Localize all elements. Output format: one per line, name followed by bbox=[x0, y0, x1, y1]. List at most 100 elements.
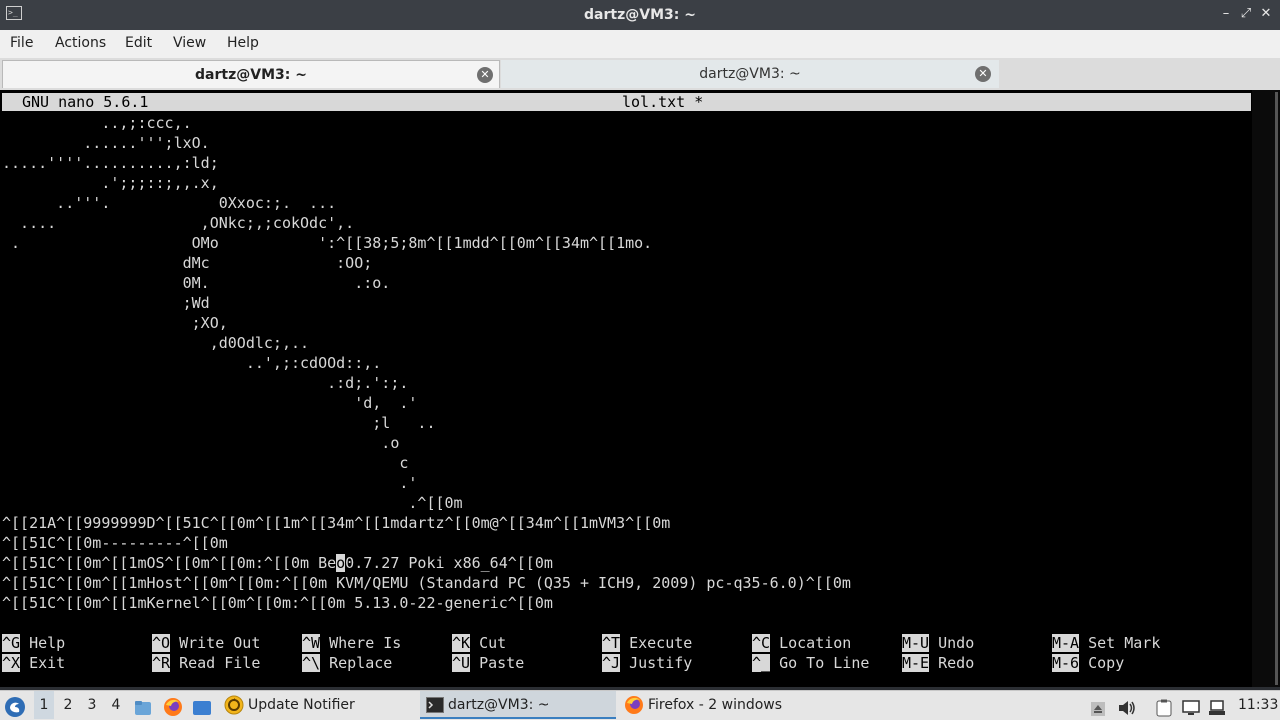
shortcut-item[interactable]: ^G Help bbox=[2, 633, 65, 653]
editor-line-text: c bbox=[2, 454, 409, 472]
shortcut-key: ^C bbox=[752, 634, 771, 652]
terminal-scrollbar[interactable] bbox=[1252, 90, 1280, 687]
editor-line: ..',;:cdOOd::,. bbox=[2, 353, 851, 373]
shortcut-item[interactable]: M-6 Copy bbox=[1052, 653, 1124, 673]
clock[interactable]: 11:33 bbox=[1238, 691, 1278, 719]
workspace-1[interactable]: 1 bbox=[34, 691, 54, 719]
editor-line-text: ^[[51C^[[0m^[[1mHost^[[0m^[[0m:^[[0m KVM… bbox=[2, 574, 851, 592]
minimize-icon[interactable]: – bbox=[1218, 6, 1234, 22]
editor-line-text: ^[[21A^[[9999999D^[[51C^[[0m^[[1m^[[34m^… bbox=[2, 514, 671, 532]
firefox-launcher[interactable] bbox=[163, 691, 185, 719]
close-icon[interactable]: ✕ bbox=[1258, 6, 1274, 22]
taskbar-item-label: dartz@VM3: ~ bbox=[448, 697, 550, 713]
tray-network[interactable] bbox=[1208, 691, 1228, 719]
shortcut-label-text: Justify bbox=[629, 654, 693, 672]
shortcut-label-text: Cut bbox=[479, 634, 507, 652]
tab-bar: dartz@VM3: ~ ✕ dartz@VM3: ~ ✕ bbox=[0, 58, 1280, 90]
shortcut-item[interactable]: ^U Paste bbox=[452, 653, 524, 673]
editor-line-text: ..,;:ccc,. bbox=[2, 114, 192, 132]
tab-terminal-2[interactable]: dartz@VM3: ~ ✕ bbox=[501, 60, 999, 88]
shortcut-item[interactable]: ^_ Go To Line bbox=[752, 653, 869, 673]
display-icon bbox=[1182, 700, 1200, 715]
shortcut-item[interactable]: ^O Write Out bbox=[152, 633, 260, 653]
editor-line: ^[[51C^[[0m^[[1mHost^[[0m^[[0m:^[[0m KVM… bbox=[2, 573, 851, 593]
editor-content[interactable]: ..,;:ccc,. ......''';lxO. .....''''......… bbox=[2, 113, 851, 613]
editor-line: ;XO, bbox=[2, 313, 851, 333]
taskbar-item-firefox[interactable]: Firefox - 2 windows bbox=[624, 691, 824, 719]
file-manager-launcher[interactable] bbox=[134, 691, 154, 719]
editor-line-text: 0.7.27 Poki x86_64^[[0m bbox=[345, 554, 553, 572]
shortcut-item[interactable]: ^K Cut bbox=[452, 633, 506, 653]
workspace-2[interactable]: 2 bbox=[58, 691, 78, 719]
tab-close-icon[interactable]: ✕ bbox=[975, 66, 991, 82]
volume-icon bbox=[1119, 701, 1135, 715]
shortcut-item[interactable]: ^J Justify bbox=[602, 653, 692, 673]
menu-view[interactable]: View bbox=[173, 30, 206, 56]
editor-line: .....''''..........,:ld; bbox=[2, 153, 851, 173]
tray-eject[interactable] bbox=[1091, 691, 1109, 719]
editor-line-text: ^[[51C^[[0m^[[1mOS^[[0m^[[0m:^[[0m Be bbox=[2, 554, 337, 572]
taskbar-item-terminal[interactable]: dartz@VM3: ~ bbox=[420, 691, 616, 719]
taskbar-item-update-notifier[interactable]: Update Notifier bbox=[224, 691, 414, 719]
shortcut-key: ^\ bbox=[302, 654, 321, 672]
editor-line: .' bbox=[2, 473, 851, 493]
eject-icon bbox=[1091, 701, 1105, 716]
shortcut-label-text: Write Out bbox=[179, 634, 261, 652]
tray-volume[interactable] bbox=[1118, 691, 1138, 719]
shortcut-key: M-A bbox=[1052, 634, 1080, 652]
shortcut-item[interactable]: M-A Set Mark bbox=[1052, 633, 1160, 653]
workspace-4[interactable]: 4 bbox=[106, 691, 126, 719]
tray-clipboard[interactable] bbox=[1156, 691, 1176, 719]
update-notifier-icon bbox=[224, 695, 244, 715]
shortcut-item[interactable]: M-U Undo bbox=[902, 633, 974, 653]
taskbar-item-label: Update Notifier bbox=[248, 697, 355, 713]
editor-line: ^[[51C^[[0m---------^[[0m bbox=[2, 533, 851, 553]
scrollbar-thumb[interactable] bbox=[1275, 92, 1278, 685]
editor-line-text: ..'''. 0Xxoc:;. ... bbox=[2, 194, 337, 212]
editor-line-text: .^[[0m bbox=[2, 494, 463, 512]
firefox-icon bbox=[164, 698, 182, 716]
shortcut-item[interactable]: ^W Where Is bbox=[302, 633, 401, 653]
editor-line-text: ^[[51C^[[0m^[[1mKernel^[[0m^[[0m:^[[0m 5… bbox=[2, 594, 553, 612]
start-menu-button[interactable] bbox=[4, 691, 28, 719]
shortcut-item[interactable]: M-E Redo bbox=[902, 653, 974, 673]
editor-line: .';;;::;,,.x, bbox=[2, 173, 851, 193]
shortcut-item[interactable]: ^X Exit bbox=[2, 653, 65, 673]
editor-line-text: dMc :OO; bbox=[2, 254, 373, 272]
shortcut-key: ^J bbox=[602, 654, 621, 672]
start-menu-icon bbox=[5, 696, 25, 717]
shortcut-item[interactable]: ^\ Replace bbox=[302, 653, 392, 673]
editor-line-text: ;Wd bbox=[2, 294, 210, 312]
network-icon bbox=[1209, 700, 1225, 715]
shortcut-label-text: Go To Line bbox=[779, 654, 870, 672]
maximize-icon[interactable]: ⤢ bbox=[1238, 6, 1254, 22]
shortcut-label-text: Set Mark bbox=[1088, 634, 1161, 652]
menu-actions[interactable]: Actions bbox=[55, 30, 106, 56]
editor-line-text: 'd, .' bbox=[2, 394, 418, 412]
nano-filename: lol.txt * bbox=[622, 93, 704, 111]
shortcut-label-text: Execute bbox=[629, 634, 693, 652]
terminal-view[interactable]: GNU nano 5.6.1 lol.txt * ..,;:ccc,. ....… bbox=[0, 90, 1252, 687]
shortcut-item[interactable]: ^R Read File bbox=[152, 653, 260, 673]
editor-line-text: ,d0Odlc;,.. bbox=[2, 334, 310, 352]
editor-line-text: ;l .. bbox=[2, 414, 436, 432]
menu-edit[interactable]: Edit bbox=[125, 30, 152, 56]
shortcut-item[interactable]: ^T Execute bbox=[602, 633, 692, 653]
shortcut-key: ^O bbox=[152, 634, 171, 652]
editor-line-text: .';;;::;,,.x, bbox=[2, 174, 219, 192]
desktop-launcher[interactable] bbox=[192, 691, 214, 719]
desktop-icon bbox=[193, 701, 211, 715]
tab-close-icon[interactable]: ✕ bbox=[477, 67, 493, 83]
workspace-3[interactable]: 3 bbox=[82, 691, 102, 719]
taskbar-item-label: Firefox - 2 windows bbox=[648, 697, 783, 713]
menu-help[interactable]: Help bbox=[227, 30, 259, 56]
editor-line-text: ......''';lxO. bbox=[2, 134, 210, 152]
shortcut-item[interactable]: ^C Location bbox=[752, 633, 851, 653]
clipboard-icon bbox=[1156, 699, 1172, 716]
editor-line: .:d;.':;. bbox=[2, 373, 851, 393]
tab-terminal-1[interactable]: dartz@VM3: ~ ✕ bbox=[2, 60, 500, 88]
text-cursor: o bbox=[336, 554, 346, 572]
tray-display[interactable] bbox=[1182, 691, 1202, 719]
editor-line: c bbox=[2, 453, 851, 473]
menu-file[interactable]: File bbox=[10, 30, 33, 56]
